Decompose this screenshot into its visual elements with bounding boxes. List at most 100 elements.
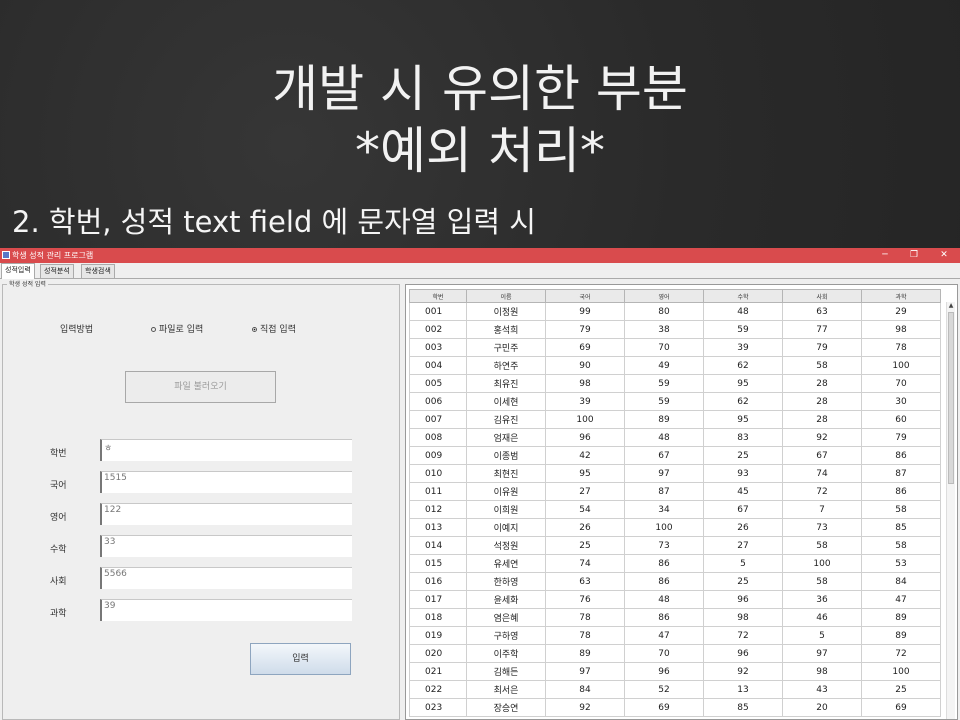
table-cell[interactable]: 89 bbox=[861, 626, 941, 645]
table-cell[interactable]: 최서은 bbox=[466, 680, 546, 699]
table-cell[interactable]: 78 bbox=[545, 608, 625, 627]
table-row[interactable]: 007 김유진 100 89 95 28 60 bbox=[409, 410, 941, 429]
table-cell[interactable]: 54 bbox=[545, 500, 625, 519]
table-cell[interactable]: 47 bbox=[624, 626, 704, 645]
table-cell[interactable]: 90 bbox=[545, 356, 625, 375]
table-cell[interactable]: 석정원 bbox=[466, 536, 546, 555]
table-cell[interactable]: 99 bbox=[545, 302, 625, 321]
table-cell[interactable]: 98 bbox=[545, 374, 625, 393]
table-cell[interactable]: 98 bbox=[861, 320, 941, 339]
table-cell[interactable]: 유세연 bbox=[466, 554, 546, 573]
table-cell[interactable]: 58 bbox=[861, 536, 941, 555]
table-row[interactable]: 014 석정원 25 73 27 58 58 bbox=[409, 536, 941, 555]
table-cell[interactable]: 49 bbox=[624, 356, 704, 375]
tab-student-search[interactable]: 학생검색 bbox=[81, 264, 115, 278]
table-cell[interactable]: 014 bbox=[409, 536, 467, 555]
table-cell[interactable]: 84 bbox=[545, 680, 625, 699]
table-cell[interactable]: 79 bbox=[782, 338, 862, 357]
table-cell[interactable]: 95 bbox=[703, 410, 783, 429]
table-cell[interactable]: 구민주 bbox=[466, 338, 546, 357]
close-button[interactable]: ✕ bbox=[929, 248, 959, 263]
table-cell[interactable]: 최유진 bbox=[466, 374, 546, 393]
table-cell[interactable]: 62 bbox=[703, 356, 783, 375]
table-cell[interactable]: 020 bbox=[409, 644, 467, 663]
table-cell[interactable]: 58 bbox=[782, 572, 862, 591]
table-cell[interactable]: 006 bbox=[409, 392, 467, 411]
table-row[interactable]: 001 이정원 99 80 48 63 29 bbox=[409, 302, 941, 321]
table-cell[interactable]: 42 bbox=[545, 446, 625, 465]
radio-file-input[interactable]: 파일로 입력 bbox=[151, 322, 203, 335]
math-score-field[interactable]: 33 bbox=[100, 535, 352, 557]
table-cell[interactable]: 007 bbox=[409, 410, 467, 429]
table-cell[interactable]: 012 bbox=[409, 500, 467, 519]
table-cell[interactable]: 7 bbox=[782, 500, 862, 519]
table-cell[interactable]: 013 bbox=[409, 518, 467, 537]
table-row[interactable]: 015 유세연 74 86 5 100 53 bbox=[409, 554, 941, 573]
radio-direct-input[interactable]: 직접 입력 bbox=[252, 322, 296, 335]
table-cell[interactable]: 73 bbox=[624, 536, 704, 555]
table-cell[interactable]: 63 bbox=[545, 572, 625, 591]
table-cell[interactable]: 77 bbox=[782, 320, 862, 339]
table-cell[interactable]: 25 bbox=[545, 536, 625, 555]
table-row[interactable]: 016 한하영 63 86 25 58 84 bbox=[409, 572, 941, 591]
table-row[interactable]: 009 이종범 42 67 25 67 86 bbox=[409, 446, 941, 465]
table-cell[interactable]: 63 bbox=[782, 302, 862, 321]
table-cell[interactable]: 76 bbox=[545, 590, 625, 609]
table-cell[interactable]: 85 bbox=[861, 518, 941, 537]
table-cell[interactable]: 58 bbox=[782, 536, 862, 555]
table-cell[interactable]: 53 bbox=[861, 554, 941, 573]
table-row[interactable]: 006 이세현 39 59 62 28 30 bbox=[409, 392, 941, 411]
english-score-field[interactable]: 122 bbox=[100, 503, 352, 525]
table-cell[interactable]: 김유진 bbox=[466, 410, 546, 429]
korean-score-field[interactable]: 1515 bbox=[100, 471, 352, 493]
table-cell[interactable]: 39 bbox=[703, 338, 783, 357]
table-scrollbar[interactable]: ▲ bbox=[946, 302, 955, 719]
table-cell[interactable]: 25 bbox=[703, 446, 783, 465]
table-cell[interactable]: 28 bbox=[782, 410, 862, 429]
table-cell[interactable]: 016 bbox=[409, 572, 467, 591]
table-cell[interactable]: 67 bbox=[624, 446, 704, 465]
table-cell[interactable]: 98 bbox=[782, 662, 862, 681]
table-cell[interactable]: 85 bbox=[703, 698, 783, 717]
table-cell[interactable]: 13 bbox=[703, 680, 783, 699]
table-cell[interactable]: 84 bbox=[861, 572, 941, 591]
table-cell[interactable]: 27 bbox=[545, 482, 625, 501]
table-cell[interactable]: 92 bbox=[545, 698, 625, 717]
table-row[interactable]: 010 최현진 95 97 93 74 87 bbox=[409, 464, 941, 483]
table-cell[interactable]: 최현진 bbox=[466, 464, 546, 483]
table-cell[interactable]: 67 bbox=[782, 446, 862, 465]
table-cell[interactable]: 009 bbox=[409, 446, 467, 465]
table-row[interactable]: 003 구민주 69 70 39 79 78 bbox=[409, 338, 941, 357]
table-cell[interactable]: 021 bbox=[409, 662, 467, 681]
scrollbar-thumb[interactable] bbox=[948, 312, 954, 484]
table-cell[interactable]: 69 bbox=[861, 698, 941, 717]
table-cell[interactable]: 59 bbox=[703, 320, 783, 339]
table-cell[interactable]: 97 bbox=[624, 464, 704, 483]
table-cell[interactable]: 5 bbox=[703, 554, 783, 573]
table-row[interactable]: 019 구하영 78 47 72 5 89 bbox=[409, 626, 941, 645]
table-row[interactable]: 017 윤세화 76 48 96 36 47 bbox=[409, 590, 941, 609]
table-cell[interactable]: 95 bbox=[545, 464, 625, 483]
table-cell[interactable]: 96 bbox=[703, 644, 783, 663]
table-cell[interactable]: 017 bbox=[409, 590, 467, 609]
table-cell[interactable]: 25 bbox=[861, 680, 941, 699]
social-score-field[interactable]: 5566 bbox=[100, 567, 352, 589]
table-cell[interactable]: 69 bbox=[624, 698, 704, 717]
table-cell[interactable]: 80 bbox=[624, 302, 704, 321]
minimize-button[interactable]: ─ bbox=[870, 248, 900, 263]
table-cell[interactable]: 96 bbox=[703, 590, 783, 609]
table-row[interactable]: 021 김해든 97 96 92 98 100 bbox=[409, 662, 941, 681]
student-id-field[interactable]: ㅎ bbox=[100, 439, 352, 461]
table-cell[interactable]: 87 bbox=[624, 482, 704, 501]
table-row[interactable]: 005 최유진 98 59 95 28 70 bbox=[409, 374, 941, 393]
col-header-social[interactable]: 사회 bbox=[782, 289, 862, 303]
table-cell[interactable]: 72 bbox=[703, 626, 783, 645]
table-cell[interactable]: 70 bbox=[861, 374, 941, 393]
table-row[interactable]: 008 엄재은 96 48 83 92 79 bbox=[409, 428, 941, 447]
table-cell[interactable]: 008 bbox=[409, 428, 467, 447]
table-cell[interactable]: 26 bbox=[703, 518, 783, 537]
table-cell[interactable]: 95 bbox=[703, 374, 783, 393]
table-cell[interactable]: 100 bbox=[624, 518, 704, 537]
table-cell[interactable]: 72 bbox=[782, 482, 862, 501]
tab-grade-analysis[interactable]: 성적분석 bbox=[40, 264, 74, 278]
